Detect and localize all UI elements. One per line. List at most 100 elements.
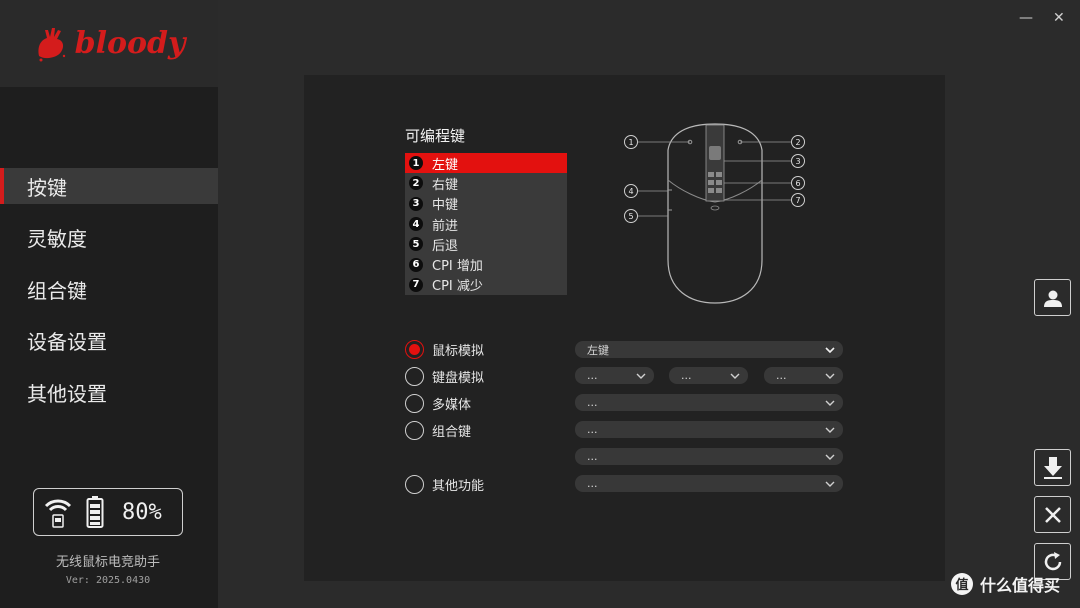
chevron-down-icon (825, 373, 835, 379)
chevron-down-icon (825, 400, 835, 406)
key-number-badge: 4 (409, 217, 423, 232)
keyboard-sim-select-3[interactable]: ... (764, 367, 843, 384)
callout-7: 7 (795, 196, 800, 205)
chevron-down-icon (825, 481, 835, 487)
chevron-down-icon (825, 346, 835, 353)
sidebar-item-label: 灵敏度 (27, 227, 87, 251)
download-arrow-icon (1043, 456, 1062, 479)
select-value: ... (587, 477, 598, 490)
callout-6: 6 (795, 179, 800, 188)
other-label: 其他功能 (432, 478, 485, 494)
key-item-label: 左键 (432, 157, 459, 173)
chevron-down-icon (636, 373, 646, 379)
sidebar-item-device-settings[interactable]: 设备设置 (0, 323, 218, 359)
watermark-badge-icon: 值 (951, 573, 973, 595)
logo-text: bloody (74, 26, 186, 61)
select-value: 左键 (587, 343, 609, 357)
option-combo[interactable]: 组合键 (405, 420, 471, 440)
key-item-cpi-up[interactable]: 6 CPI 增加 (405, 254, 567, 274)
callout-3: 3 (795, 157, 800, 166)
key-item-back[interactable]: 5 后退 (405, 234, 567, 254)
battery-icon (86, 496, 104, 528)
other-select[interactable]: ... (575, 475, 843, 492)
watermark: 值 什么值得买 (950, 572, 1060, 596)
key-number-badge: 6 (409, 257, 423, 272)
bloody-hand-icon (38, 27, 65, 61)
key-item-right-click[interactable]: 2 右键 (405, 173, 567, 193)
section-title: 可编程键 (405, 127, 466, 145)
sidebar-item-other-settings[interactable]: 其他设置 (0, 374, 218, 410)
option-keyboard-sim[interactable]: 键盘模拟 (405, 366, 484, 386)
logo-area: bloody (0, 0, 218, 87)
keyboard-sim-label: 键盘模拟 (432, 370, 485, 386)
key-item-label: 中键 (432, 198, 459, 214)
callout-1: 1 (628, 138, 633, 147)
select-value: ... (587, 369, 598, 382)
wireless-receiver-icon (44, 499, 72, 528)
sidebar-item-buttons[interactable]: 按键 (0, 168, 218, 204)
chevron-down-icon (825, 454, 835, 460)
key-number-badge: 3 (409, 196, 423, 211)
key-item-cpi-down[interactable]: 7 CPI 减少 (405, 275, 567, 295)
combo-label: 组合键 (432, 424, 472, 440)
mouse-diagram: 1 2 3 4 5 6 7 (624, 123, 805, 304)
key-item-label: 前进 (432, 218, 459, 234)
app-version: Ver: 2025.0430 (65, 575, 151, 586)
mouse-sim-radio[interactable] (405, 339, 424, 359)
cancel-button[interactable] (1034, 496, 1071, 533)
combo-radio[interactable] (405, 420, 424, 440)
select-value: ... (587, 423, 598, 436)
watermark-text: 什么值得买 (980, 576, 1061, 595)
key-item-middle-click[interactable]: 3 中键 (405, 194, 567, 214)
svg-text:值: 值 (955, 577, 968, 593)
callout-4: 4 (628, 187, 633, 196)
app-name: 无线鼠标电竞助手 (55, 555, 160, 570)
multimedia-select[interactable]: ... (575, 394, 843, 411)
callout-2: 2 (795, 138, 800, 147)
multimedia-label: 多媒体 (432, 397, 472, 413)
sidebar-nav: 按键 灵敏度 组合键 设备设置 其他设置 (0, 168, 218, 426)
battery-percentage: 80% (122, 499, 162, 525)
select-value: ... (587, 396, 598, 409)
key-item-label: CPI 减少 (432, 279, 483, 295)
multimedia-radio[interactable] (405, 393, 424, 413)
select-value: ... (681, 369, 692, 382)
key-item-label: CPI 增加 (432, 259, 483, 275)
option-mouse-sim[interactable]: 鼠标模拟 (405, 339, 484, 359)
combo-select[interactable]: ... (575, 421, 843, 438)
option-other[interactable]: 其他功能 (405, 474, 484, 494)
select-value: ... (776, 369, 787, 382)
sidebar-item-label: 组合键 (27, 278, 87, 303)
sidebar-item-label: 设备设置 (27, 330, 107, 354)
download-button[interactable] (1034, 449, 1071, 486)
profile-button[interactable] (1034, 279, 1071, 316)
device-status-box: 80% (33, 488, 183, 536)
sidebar-item-combo-keys[interactable]: 组合键 (0, 271, 218, 307)
key-item-label: 右键 (432, 177, 459, 193)
brand-logo: bloody (33, 26, 186, 62)
close-icon (1044, 506, 1061, 523)
mouse-sim-label: 鼠标模拟 (432, 343, 485, 359)
close-window-button[interactable]: ✕ (1053, 10, 1065, 26)
sidebar-item-sensitivity[interactable]: 灵敏度 (0, 220, 218, 256)
key-item-left-click[interactable]: 1 左键 (405, 153, 567, 174)
select-value: ... (587, 450, 598, 463)
mouse-sim-select[interactable]: 左键 (575, 341, 843, 358)
combo-select-2[interactable]: ... (575, 448, 843, 465)
other-radio[interactable] (405, 474, 424, 494)
key-item-label: 后退 (432, 238, 459, 254)
key-number-badge: 5 (409, 237, 423, 252)
key-item-forward[interactable]: 4 前进 (405, 214, 567, 234)
callout-5: 5 (628, 212, 633, 221)
refresh-icon (1044, 551, 1061, 570)
key-number-badge: 1 (409, 156, 423, 171)
key-number-badge: 2 (409, 176, 423, 191)
programmable-key-list: 1 左键 2 右键 3 中键 4 前进 5 后退 6 CPI 增加 7 CPI 减少 (405, 153, 567, 295)
keyboard-sim-select-1[interactable]: ... (575, 367, 654, 384)
keyboard-sim-radio[interactable] (405, 366, 424, 386)
option-multimedia[interactable]: 多媒体 (405, 393, 471, 413)
keyboard-sim-select-2[interactable]: ... (669, 367, 748, 384)
chevron-down-icon (825, 427, 835, 433)
key-number-badge: 7 (409, 277, 423, 292)
minimize-button[interactable]: — (1019, 10, 1033, 26)
